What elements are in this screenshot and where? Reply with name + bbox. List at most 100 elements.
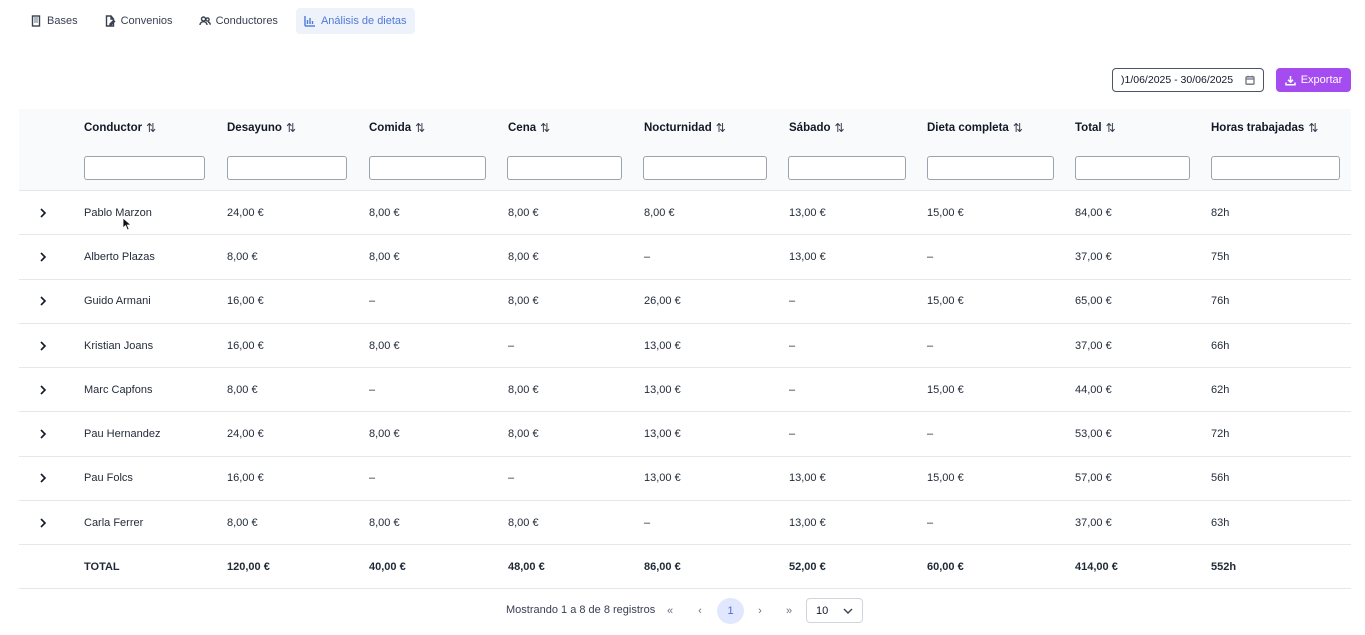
column-header-total[interactable]: Total ⇅ [1075,120,1116,136]
cell-conductor: Carla Ferrer [84,516,144,529]
table-header: Conductor ⇅ Desayuno ⇅ Comida ⇅ Cena ⇅ Noctu… [19,109,1351,191]
table-row[interactable]: Pablo Marzon 24,00 € 8,00 € 8,00 € 8,00 € 13,… [19,191,1351,236]
first-page-button[interactable]: « [660,601,680,621]
tab-bases[interactable]: Bases [22,8,86,34]
table-row[interactable]: Kristian Joans 16,00 € 8,00 € – 13,00 € – – 37,… [19,324,1351,369]
tab-convenios[interactable]: Convenios [96,8,181,34]
export-label: Exportar [1300,74,1343,86]
filter-input-dieta-completa[interactable] [927,156,1054,180]
filter-input-conductor[interactable] [84,156,205,180]
page-1-button[interactable]: 1 [717,598,744,624]
cell-desayuno: 16,00 € [227,339,264,352]
cell-nocturnidad: 8,00 € [644,206,675,219]
chevron-down-icon [843,608,853,614]
tab-conductores[interactable]: Conductores [191,8,286,34]
filter-input-desayuno[interactable] [227,156,347,180]
sort-icon: ⇅ [415,121,425,135]
cell-total: 53,00 € [1075,428,1112,441]
table-row[interactable]: Alberto Plazas 8,00 € 8,00 € 8,00 € – 13,00 €… [19,235,1351,280]
building-icon [31,15,41,27]
cell-dieta-completa: – [927,516,934,529]
sort-icon: ⇅ [1012,121,1023,135]
chevron-right-icon[interactable] [37,517,49,529]
dietas-table: Conductor ⇅ Desayuno ⇅ Comida ⇅ Cena ⇅ Noctu… [19,109,1351,590]
table-body: Pablo Marzon 24,00 € 8,00 € 8,00 € 8,00 € 13,… [19,191,1351,546]
filter-input-comida[interactable] [369,156,486,180]
cell-sabado: – [789,295,796,308]
cell-nocturnidad: – [644,516,651,529]
cell-cena: 8,00 € [508,250,539,263]
filter-input-cena[interactable] [507,156,622,180]
chevron-right-icon[interactable] [37,428,49,440]
cell-comida: 8,00 € [369,339,400,352]
date-range-picker[interactable]: )1/06/2025 - 30/06/2025 [1112,68,1264,92]
chevron-right-icon[interactable] [37,295,49,307]
table-total-row: TOTAL 120,00 € 40,00 € 48,00 € 86,00 € 5… [19,545,1351,590]
document-edit-icon [105,15,116,27]
cell-conductor: Kristian Joans [84,339,154,352]
column-header-nocturnidad[interactable]: Nocturnidad ⇅ [644,120,726,136]
page-size-select[interactable]: 10 [806,598,863,623]
cell-desayuno: 16,00 € [227,295,264,308]
cell-cena: 8,00 € [508,428,539,441]
cell-cena: 8,00 € [508,206,539,219]
filter-input-sabado[interactable] [788,156,906,180]
column-header-horas-trabajadas[interactable]: Horas trabajadas ⇅ [1211,120,1318,136]
previous-page-button[interactable]: ‹ [690,601,710,621]
table-row[interactable]: Marc Capfons 8,00 € – 8,00 € 13,00 € – 15,00 €… [19,368,1351,413]
column-header-comida[interactable]: Comida ⇅ [369,120,425,136]
cell-nocturnidad: 13,00 € [644,383,681,396]
table-row[interactable]: Carla Ferrer 8,00 € 8,00 € 8,00 € – 13,00 € – 3… [19,501,1351,546]
table-row[interactable]: Guido Armani 16,00 € – 8,00 € 26,00 € – 15,00 … [19,280,1351,324]
cell-horas-trabajadas: 56h [1211,472,1230,485]
chevron-right-icon[interactable] [37,340,49,352]
sort-icon: ⇅ [146,121,156,135]
tab-analisis-de-dietas[interactable]: Análisis de dietas [295,8,415,34]
tab-label: Convenios [120,15,173,27]
sort-icon: ⇅ [834,121,845,135]
column-header-dieta-completa[interactable]: Dieta completa ⇅ [927,120,1023,136]
filter-input-total[interactable] [1075,156,1190,180]
filter-input-nocturnidad[interactable] [643,156,767,180]
cell-conductor: Guido Armani [84,295,151,308]
cell-horas-trabajadas: 63h [1211,516,1230,529]
cell-horas-trabajadas: 72h [1211,428,1230,441]
pagination: Mostrando 1 a 8 de 8 registros « ‹ 1 › »… [0,598,1365,624]
export-button[interactable]: Exportar [1276,68,1351,92]
column-header-desayuno[interactable]: Desayuno ⇅ [227,120,296,136]
bar-chart-icon [304,16,315,27]
chevron-right-icon[interactable] [37,384,49,396]
cell-horas-trabajadas: 75h [1211,250,1230,263]
sort-icon: ⇅ [715,121,726,135]
cell-nocturnidad: 13,00 € [644,428,681,441]
cell-cena: 8,00 € [508,516,539,529]
total-label: TOTAL [84,560,120,573]
column-header-sabado[interactable]: Sábado ⇅ [789,120,845,136]
cell-comida: – [369,383,376,396]
chevron-right-icon[interactable] [37,472,49,484]
table-row[interactable]: Pau Hernandez 24,00 € 8,00 € 8,00 € 13,00 € –… [19,412,1351,457]
cell-dieta-completa: – [927,428,934,441]
cell-conductor: Alberto Plazas [84,250,155,263]
cell-comida: – [369,472,376,485]
column-header-cena[interactable]: Cena ⇅ [508,120,550,136]
cell-total: 44,00 € [1075,383,1112,396]
cell-sabado: 13,00 € [789,250,826,263]
tab-label: Bases [47,15,78,27]
cell-horas-trabajadas: 62h [1211,383,1230,396]
cell-total: 37,00 € [1075,516,1112,529]
table-row[interactable]: Pau Folcs 16,00 € – – 13,00 € 13,00 € 15,00 € 5… [19,457,1351,502]
cell-sabado: – [789,383,796,396]
cell-dieta-completa: 15,00 € [927,383,964,396]
cell-total: 65,00 € [1075,295,1112,308]
filter-input-horas-trabajadas[interactable] [1211,156,1340,180]
total-desayuno: 120,00 € [227,560,270,573]
column-header-conductor[interactable]: Conductor ⇅ [84,120,156,136]
sort-icon: ⇅ [540,121,550,135]
chevron-right-icon[interactable] [37,251,49,263]
cell-total: 37,00 € [1075,339,1112,352]
next-page-button[interactable]: › [750,601,770,621]
chevron-right-icon[interactable] [37,207,49,219]
cell-sabado: – [789,428,796,441]
last-page-button[interactable]: » [779,601,799,621]
